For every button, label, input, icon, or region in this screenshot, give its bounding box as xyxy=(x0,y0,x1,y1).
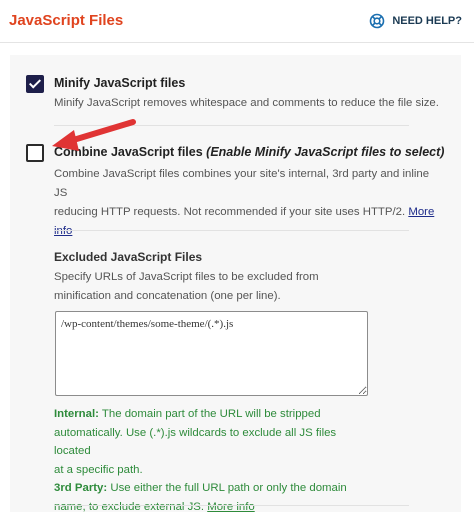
divider xyxy=(54,230,409,231)
combine-desc-line-3: info xyxy=(54,222,444,241)
section-header: JavaScript Files NEED HELP? xyxy=(0,0,474,43)
thirdparty-text-1: Use either the full URL path or only the… xyxy=(110,482,346,494)
need-help-label: NEED HELP? xyxy=(392,15,462,27)
thirdparty-label: 3rd Party: xyxy=(54,482,107,494)
settings-panel: Minify JavaScript files Minify JavaScrip… xyxy=(10,55,461,512)
thirdparty-text-2: name, to exclude external JS. xyxy=(54,501,204,513)
internal-note-line-3: at a specific path. xyxy=(54,461,374,480)
excluded-js-title: Excluded JavaScript Files xyxy=(54,250,202,264)
excluded-desc-line-1: Specify URLs of JavaScript files to be e… xyxy=(54,268,374,287)
combine-js-checkbox[interactable] xyxy=(26,144,44,162)
combine-more-info-link-2[interactable]: info xyxy=(54,225,72,237)
excluded-desc-line-2: minification and concatenation (one per … xyxy=(54,287,374,306)
lifebuoy-icon xyxy=(369,13,385,29)
internal-text-1: The domain part of the URL will be strip… xyxy=(102,408,321,420)
combine-js-label-note: (Enable Minify JavaScript files to selec… xyxy=(206,145,444,159)
minify-js-description: Minify JavaScript removes whitespace and… xyxy=(54,94,444,113)
internal-note-line-2: automatically. Use (.*).js wildcards to … xyxy=(54,424,374,461)
combine-js-label-text: Combine JavaScript files xyxy=(54,145,203,159)
divider xyxy=(54,505,409,506)
excluded-more-info-link[interactable]: More info xyxy=(207,501,254,513)
excluded-js-help-note: Internal: The domain part of the URL wil… xyxy=(54,405,374,516)
divider xyxy=(54,125,409,126)
minify-js-label: Minify JavaScript files xyxy=(54,76,185,90)
combine-desc-line-1: Combine JavaScript files combines your s… xyxy=(54,165,444,203)
internal-note-line-1: Internal: The domain part of the URL wil… xyxy=(54,405,374,424)
excluded-js-textarea[interactable] xyxy=(55,311,368,396)
section-title: JavaScript Files xyxy=(9,12,123,29)
combine-js-label: Combine JavaScript files (Enable Minify … xyxy=(54,145,444,159)
need-help-button[interactable]: NEED HELP? xyxy=(369,13,462,29)
combine-desc-line-2-text: reducing HTTP requests. Not recommended … xyxy=(54,206,405,218)
thirdparty-note-line-1: 3rd Party: Use either the full URL path … xyxy=(54,479,374,498)
minify-js-checkbox[interactable] xyxy=(26,75,44,93)
thirdparty-note-line-2: name, to exclude external JS. More info xyxy=(54,498,374,516)
excluded-js-description: Specify URLs of JavaScript files to be e… xyxy=(54,268,374,306)
combine-desc-line-2: reducing HTTP requests. Not recommended … xyxy=(54,203,444,222)
internal-label: Internal: xyxy=(54,408,99,420)
combine-more-info-link[interactable]: More xyxy=(408,206,434,218)
